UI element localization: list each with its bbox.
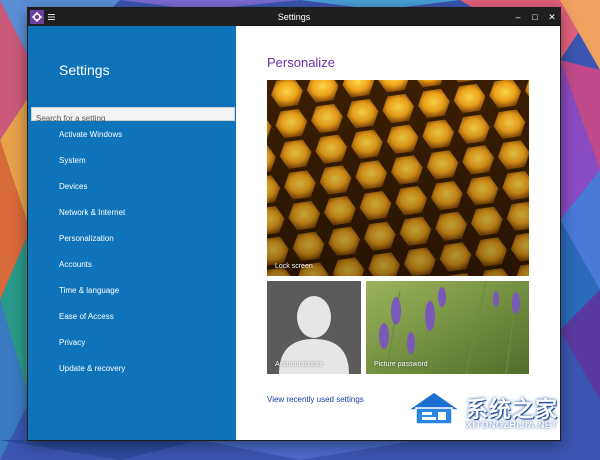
sidebar: Settings Activate Windows System Devices… bbox=[28, 26, 236, 440]
minimize-button[interactable]: – bbox=[510, 8, 526, 26]
sidebar-item-time-language[interactable]: Time & language bbox=[59, 284, 125, 310]
picture-password-tile[interactable]: Picture password bbox=[366, 281, 529, 374]
search-input[interactable] bbox=[32, 112, 234, 125]
picture-password-label: Picture password bbox=[374, 361, 428, 368]
watermark-site-text: XITONGZHIJIA.NET bbox=[466, 420, 558, 430]
account-picture-label: Account picture bbox=[275, 361, 324, 368]
recent-settings-link[interactable]: View recently used settings bbox=[267, 395, 364, 404]
sidebar-item-activate-windows[interactable]: Activate Windows bbox=[59, 128, 125, 154]
account-picture-tile[interactable]: Account picture bbox=[267, 281, 361, 374]
sidebar-item-privacy[interactable]: Privacy bbox=[59, 336, 125, 362]
sidebar-item-devices[interactable]: Devices bbox=[59, 180, 125, 206]
sidebar-item-system[interactable]: System bbox=[59, 154, 125, 180]
close-button[interactable]: ✕ bbox=[544, 8, 560, 26]
lock-screen-label: Lock screen bbox=[275, 263, 313, 270]
lock-screen-tile[interactable]: Lock screen bbox=[267, 80, 529, 276]
honeycomb-image bbox=[267, 80, 529, 276]
window-title: Settings bbox=[277, 12, 311, 22]
sidebar-nav: Activate Windows System Devices Network … bbox=[59, 128, 125, 388]
maximize-button[interactable]: □ bbox=[527, 8, 543, 26]
watermark: 系统之家 XITONGZHIJIA.NET bbox=[404, 386, 600, 446]
title-bar[interactable]: Settings – □ ✕ bbox=[28, 8, 560, 26]
main-content: Personalize Lock screen Account picture … bbox=[236, 26, 560, 440]
search-box[interactable] bbox=[31, 107, 235, 125]
sidebar-item-network[interactable]: Network & Internet bbox=[59, 206, 125, 232]
settings-window: Settings – □ ✕ Settings Activate Windows… bbox=[28, 8, 560, 440]
sidebar-item-ease-of-access[interactable]: Ease of Access bbox=[59, 310, 125, 336]
sidebar-item-update-recovery[interactable]: Update & recovery bbox=[59, 362, 125, 388]
sidebar-item-accounts[interactable]: Accounts bbox=[59, 258, 125, 284]
page-title: Personalize bbox=[267, 55, 335, 70]
sidebar-item-personalization[interactable]: Personalization bbox=[59, 232, 125, 258]
house-logo-icon bbox=[405, 391, 463, 425]
sidebar-title: Settings bbox=[59, 62, 110, 78]
